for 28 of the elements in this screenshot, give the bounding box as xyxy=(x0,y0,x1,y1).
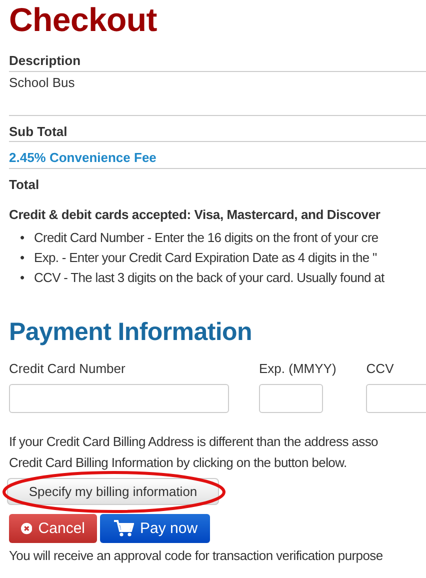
approval-note: You will receive an approval code for transaction verification purpose xyxy=(9,548,383,563)
subtotal-label: Sub Total xyxy=(9,124,68,138)
item-description: School Bus xyxy=(9,75,75,90)
cancel-button[interactable]: Cancel xyxy=(9,514,97,543)
field-label: Exp. (MMYY) xyxy=(259,361,336,376)
billing-note: Credit Card Billing Information by clicking on the button below. xyxy=(9,454,347,472)
instruction-text: Exp. - Enter your Credit Card Expiration Date as 4 digits in the " xyxy=(34,249,377,267)
instruction-text: CCV - The last 3 digits on the back of your card. Usually found at xyxy=(34,269,384,287)
bullet-mark: • xyxy=(20,269,26,287)
close-icon xyxy=(21,520,32,537)
accepted-cards-note: Credit & debit cards accepted: Visa, Mastercard, and Discover xyxy=(9,207,380,222)
billing-note: If your Credit Card Billing Address is different than the address asso xyxy=(9,433,378,451)
bullet-mark: • xyxy=(20,249,26,267)
billing-info-button[interactable]: Specify my billing information xyxy=(7,478,219,505)
page-title: Checkout xyxy=(9,0,158,40)
input-field[interactable] xyxy=(259,384,323,413)
field-label: CCV xyxy=(366,361,395,376)
instruction-text: Credit Card Number - Enter the 16 digits on the front of your cre xyxy=(34,229,378,247)
column-header: Description xyxy=(9,53,81,68)
fee-label: 2.45% Convenience Fee xyxy=(9,150,156,165)
bullet-mark: • xyxy=(20,229,26,247)
total-label: Total xyxy=(9,176,40,192)
input-field[interactable] xyxy=(366,384,426,413)
cart-icon xyxy=(114,520,134,537)
field-label: Credit Card Number xyxy=(9,361,126,376)
pay-button[interactable]: Pay now xyxy=(100,514,210,543)
input-field[interactable] xyxy=(9,384,229,413)
section-heading: Payment Information xyxy=(9,318,252,347)
